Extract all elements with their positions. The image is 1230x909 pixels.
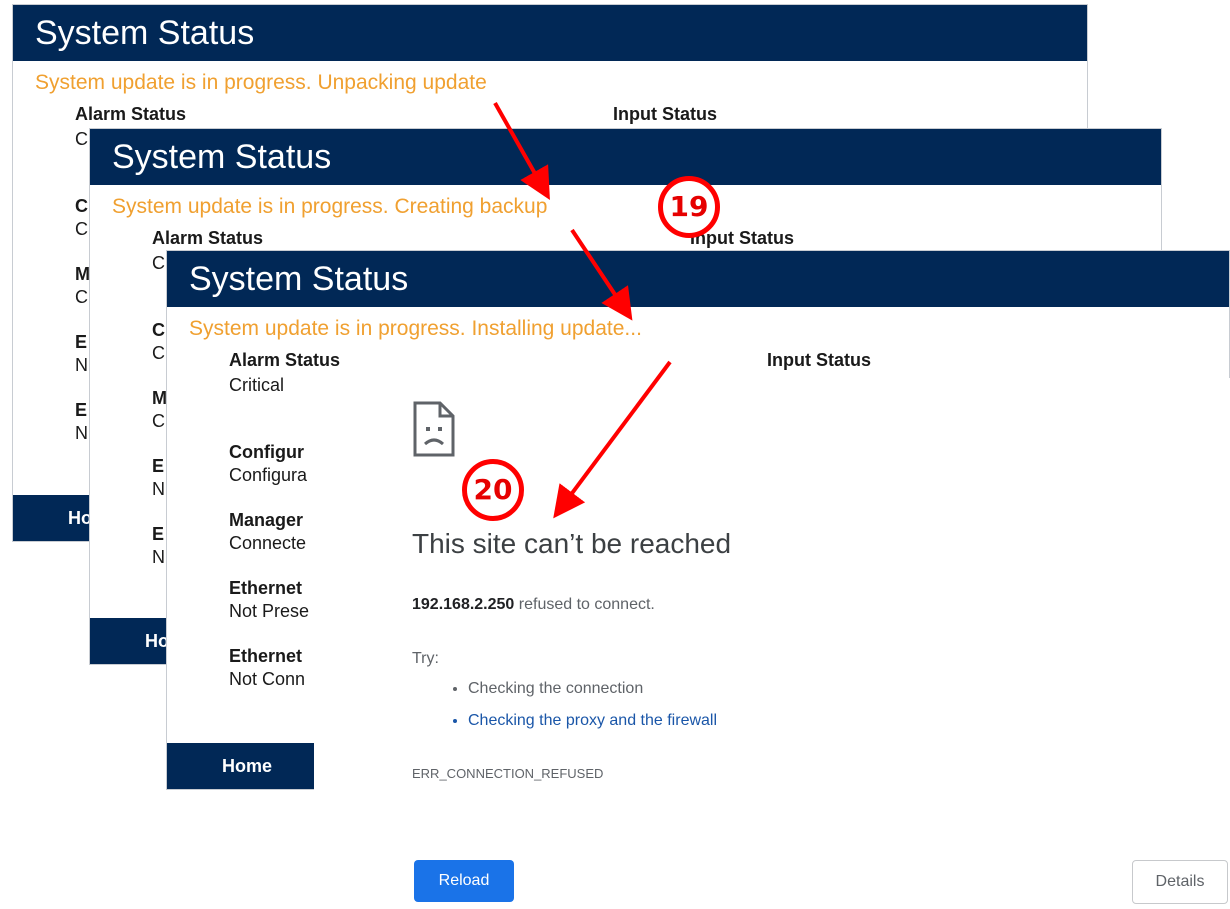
- status-label: C: [75, 196, 88, 216]
- error-reason: refused to connect.: [518, 596, 655, 613]
- panel-title: System Status: [167, 251, 1229, 307]
- update-progress-text: System update is in progress. Unpacking …: [35, 71, 487, 94]
- status-value: C: [75, 219, 88, 239]
- status-value: N: [75, 355, 88, 375]
- status-item: C C: [75, 195, 90, 263]
- status-label: M: [152, 388, 167, 408]
- alarm-status-heading: Alarm Status: [152, 228, 264, 248]
- status-value: C: [152, 343, 165, 363]
- status-item: M C: [75, 263, 90, 331]
- error-host: 192.168.2.250: [412, 596, 515, 613]
- status-list: C C C M C E N E N: [152, 251, 167, 591]
- error-headline: This site can’t be reached: [412, 528, 732, 559]
- status-value: Critical: [229, 375, 285, 395]
- status-label: C: [152, 320, 165, 340]
- status-value: C: [152, 253, 165, 273]
- update-progress-text: System update is in progress. Installing…: [189, 317, 642, 340]
- status-item: C: [75, 127, 90, 195]
- status-value: Connecte: [229, 533, 307, 553]
- sad-page-icon: [413, 401, 455, 457]
- status-label: E: [75, 400, 88, 420]
- step-badge-20: 20: [462, 459, 524, 521]
- status-label: Manager: [229, 510, 304, 530]
- error-message: 192.168.2.250 refused to connect.: [412, 596, 655, 614]
- status-label: E: [152, 524, 165, 544]
- details-button[interactable]: Details: [1132, 860, 1228, 904]
- input-status-heading: Input Status: [767, 350, 871, 370]
- status-item: E N: [152, 523, 167, 591]
- status-item: Ethernet Not Conn: [229, 645, 309, 713]
- input-status-heading: Input Status: [613, 104, 717, 124]
- connection-error-page: This site can’t be reached 192.168.2.250…: [314, 378, 1230, 909]
- status-item: C: [152, 251, 167, 319]
- try-label: Try:: [412, 650, 439, 667]
- status-item: E N: [75, 399, 90, 467]
- alarm-status-heading: Alarm Status: [75, 104, 187, 124]
- status-label: Ethernet: [229, 646, 303, 666]
- status-item: E N: [152, 455, 167, 523]
- error-code: ERR_CONNECTION_REFUSED: [412, 766, 604, 781]
- status-list: C C C M C E N E N: [75, 127, 90, 467]
- step-badge-19: 19: [658, 176, 720, 238]
- suggestion-check-connection: Checking the connection: [468, 673, 717, 705]
- reload-button[interactable]: Reload: [414, 860, 514, 902]
- panel-title: System Status: [90, 129, 1161, 185]
- home-link[interactable]: Home: [222, 743, 272, 789]
- status-value: Not Conn: [229, 669, 306, 689]
- status-value: Not Prese: [229, 601, 310, 621]
- status-item: Ethernet Not Prese: [229, 577, 309, 645]
- status-value: C: [75, 287, 88, 307]
- status-label: E: [75, 332, 88, 352]
- status-item: C C: [152, 319, 167, 387]
- update-progress-text: System update is in progress. Creating b…: [112, 195, 548, 218]
- status-list: Critical Configur Configura Manager Conn…: [229, 373, 309, 713]
- status-value: N: [152, 547, 165, 567]
- panel-title: System Status: [13, 5, 1087, 61]
- status-item: Configur Configura: [229, 441, 309, 509]
- status-value: N: [152, 479, 165, 499]
- status-value: C: [75, 129, 88, 149]
- status-item: Manager Connecte: [229, 509, 309, 577]
- status-value: C: [152, 411, 165, 431]
- status-item: E N: [75, 331, 90, 399]
- status-label: M: [75, 264, 90, 284]
- status-item: M C: [152, 387, 167, 455]
- status-value: Configura: [229, 465, 308, 485]
- status-label: Ethernet: [229, 578, 303, 598]
- status-value: N: [75, 423, 88, 443]
- status-item: Critical: [229, 373, 309, 441]
- alarm-status-heading: Alarm Status: [229, 350, 341, 370]
- suggestion-check-proxy-firewall-link[interactable]: Checking the proxy and the firewall: [468, 705, 717, 737]
- status-label: E: [152, 456, 165, 476]
- status-label: Configur: [229, 442, 304, 462]
- suggestion-list: Checking the connection Checking the pro…: [412, 673, 717, 737]
